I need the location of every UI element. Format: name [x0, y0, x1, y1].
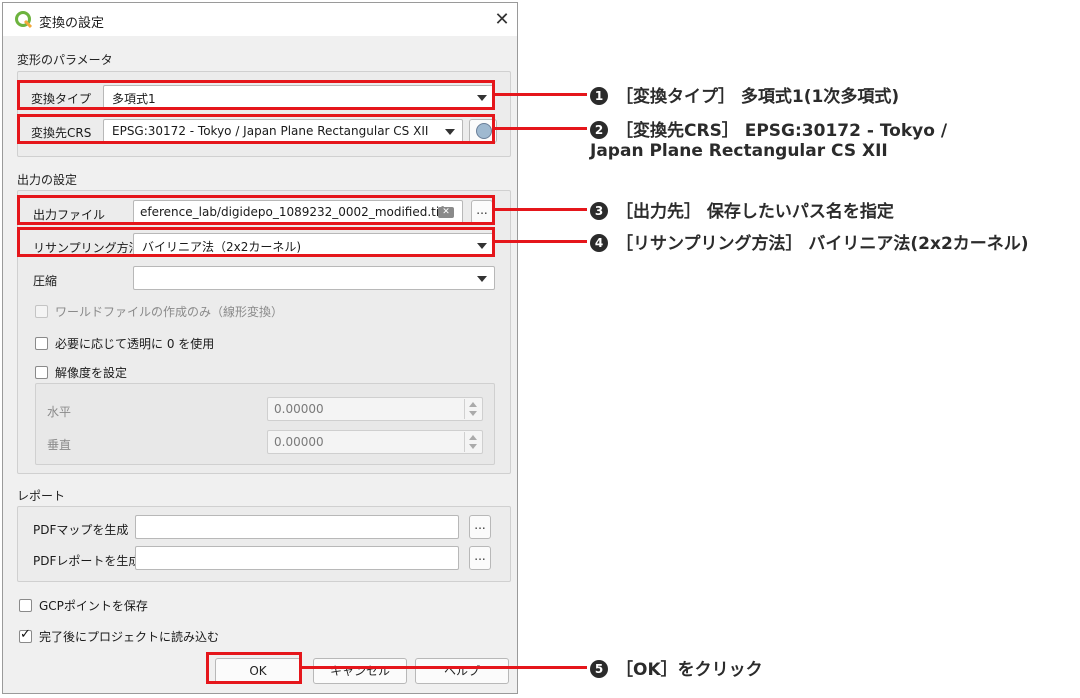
chevron-down-icon — [477, 276, 487, 282]
help-button[interactable]: ヘルプ — [415, 658, 509, 684]
horizontal-label: 水平 — [47, 405, 72, 419]
output-settings-heading: 出力の設定 — [17, 173, 78, 187]
pdf-map-input[interactable] — [135, 515, 459, 539]
horizontal-value: 0.00000 — [274, 402, 324, 416]
annotation-3: 3 ［出力先］ 保存したいパス名を指定 — [590, 197, 894, 222]
resolution-label: 解像度を設定 — [55, 366, 128, 380]
pdf-report-input[interactable] — [135, 546, 459, 570]
pdf-map-label: PDFマップを生成 — [33, 523, 129, 537]
resolution-checkbox[interactable] — [35, 366, 48, 379]
compression-label: 圧縮 — [33, 274, 58, 288]
save-gcp-checkbox[interactable] — [19, 599, 32, 612]
checkmark-icon: ✓ — [20, 627, 31, 642]
annotation-text: ［変換先CRS］ EPSG:30172 - Tokyo / — [616, 121, 948, 141]
transform-params-heading: 変形のパラメータ — [17, 53, 113, 67]
connector-line-5 — [302, 666, 587, 669]
title-bar: 変換の設定 ✕ — [3, 3, 517, 36]
horizontal-spinbox: 0.00000 — [267, 397, 483, 421]
annotation-number: 3 — [590, 202, 608, 220]
highlight-resampling — [17, 227, 495, 257]
dialog-title: 変換の設定 — [39, 16, 105, 31]
connector-line-2 — [495, 127, 587, 130]
save-gcp-label: GCPポイントを保存 — [39, 599, 148, 613]
highlight-output-file — [17, 195, 495, 225]
report-heading: レポート — [17, 489, 66, 503]
highlight-ok-button — [206, 652, 302, 684]
cancel-button[interactable]: キャンセル — [313, 658, 407, 684]
highlight-target-crs — [17, 114, 495, 144]
annotation-2: 2 ［変換先CRS］ EPSG:30172 - Tokyo / — [590, 116, 947, 141]
transparent-checkbox[interactable] — [35, 337, 48, 350]
connector-line-4 — [495, 240, 587, 243]
annotation-number: 1 — [590, 87, 608, 105]
annotation-number: 5 — [590, 660, 608, 678]
transparent-label: 必要に応じて透明に 0 を使用 — [55, 337, 215, 351]
annotation-text: ［出力先］ 保存したいパス名を指定 — [616, 202, 894, 222]
qgis-logo-icon — [15, 11, 33, 29]
vertical-label: 垂直 — [47, 438, 72, 452]
close-button[interactable]: ✕ — [491, 9, 513, 31]
world-file-checkbox — [35, 305, 48, 318]
connector-line-3 — [495, 208, 587, 211]
annotation-text: ［リサンプリング方法］ バイリニア法(2x2カーネル) — [616, 234, 1029, 254]
annotation-number: 4 — [590, 234, 608, 252]
annotation-5: 5 ［OK］をクリック — [590, 655, 763, 680]
pdf-map-browse-button[interactable]: ... — [469, 515, 491, 539]
world-file-label: ワールドファイルの作成のみ（線形変換） — [55, 305, 284, 319]
pdf-report-browse-button[interactable]: ... — [469, 546, 491, 570]
annotation-number: 2 — [590, 121, 608, 139]
annotation-text: ［変換タイプ］ 多項式1(1次多項式) — [616, 87, 900, 107]
annotation-4: 4 ［リサンプリング方法］ バイリニア法(2x2カーネル) — [590, 229, 1029, 254]
load-project-checkbox[interactable]: ✓ — [19, 627, 32, 643]
annotation-1: 1 ［変換タイプ］ 多項式1(1次多項式) — [590, 82, 899, 107]
annotation-2-line2: Japan Plane Rectangular CS XII — [590, 141, 888, 161]
annotation-text: ［OK］をクリック — [616, 660, 763, 680]
vertical-value: 0.00000 — [274, 435, 324, 449]
pdf-report-label: PDFレポートを生成 — [33, 554, 141, 568]
spin-arrows-icon — [464, 432, 481, 452]
highlight-transform-type — [17, 80, 495, 110]
connector-line-1 — [495, 93, 587, 96]
load-project-label: 完了後にプロジェクトに読み込む — [39, 630, 220, 644]
spin-arrows-icon — [464, 399, 481, 419]
compression-combo[interactable] — [133, 266, 495, 290]
vertical-spinbox: 0.00000 — [267, 430, 483, 454]
